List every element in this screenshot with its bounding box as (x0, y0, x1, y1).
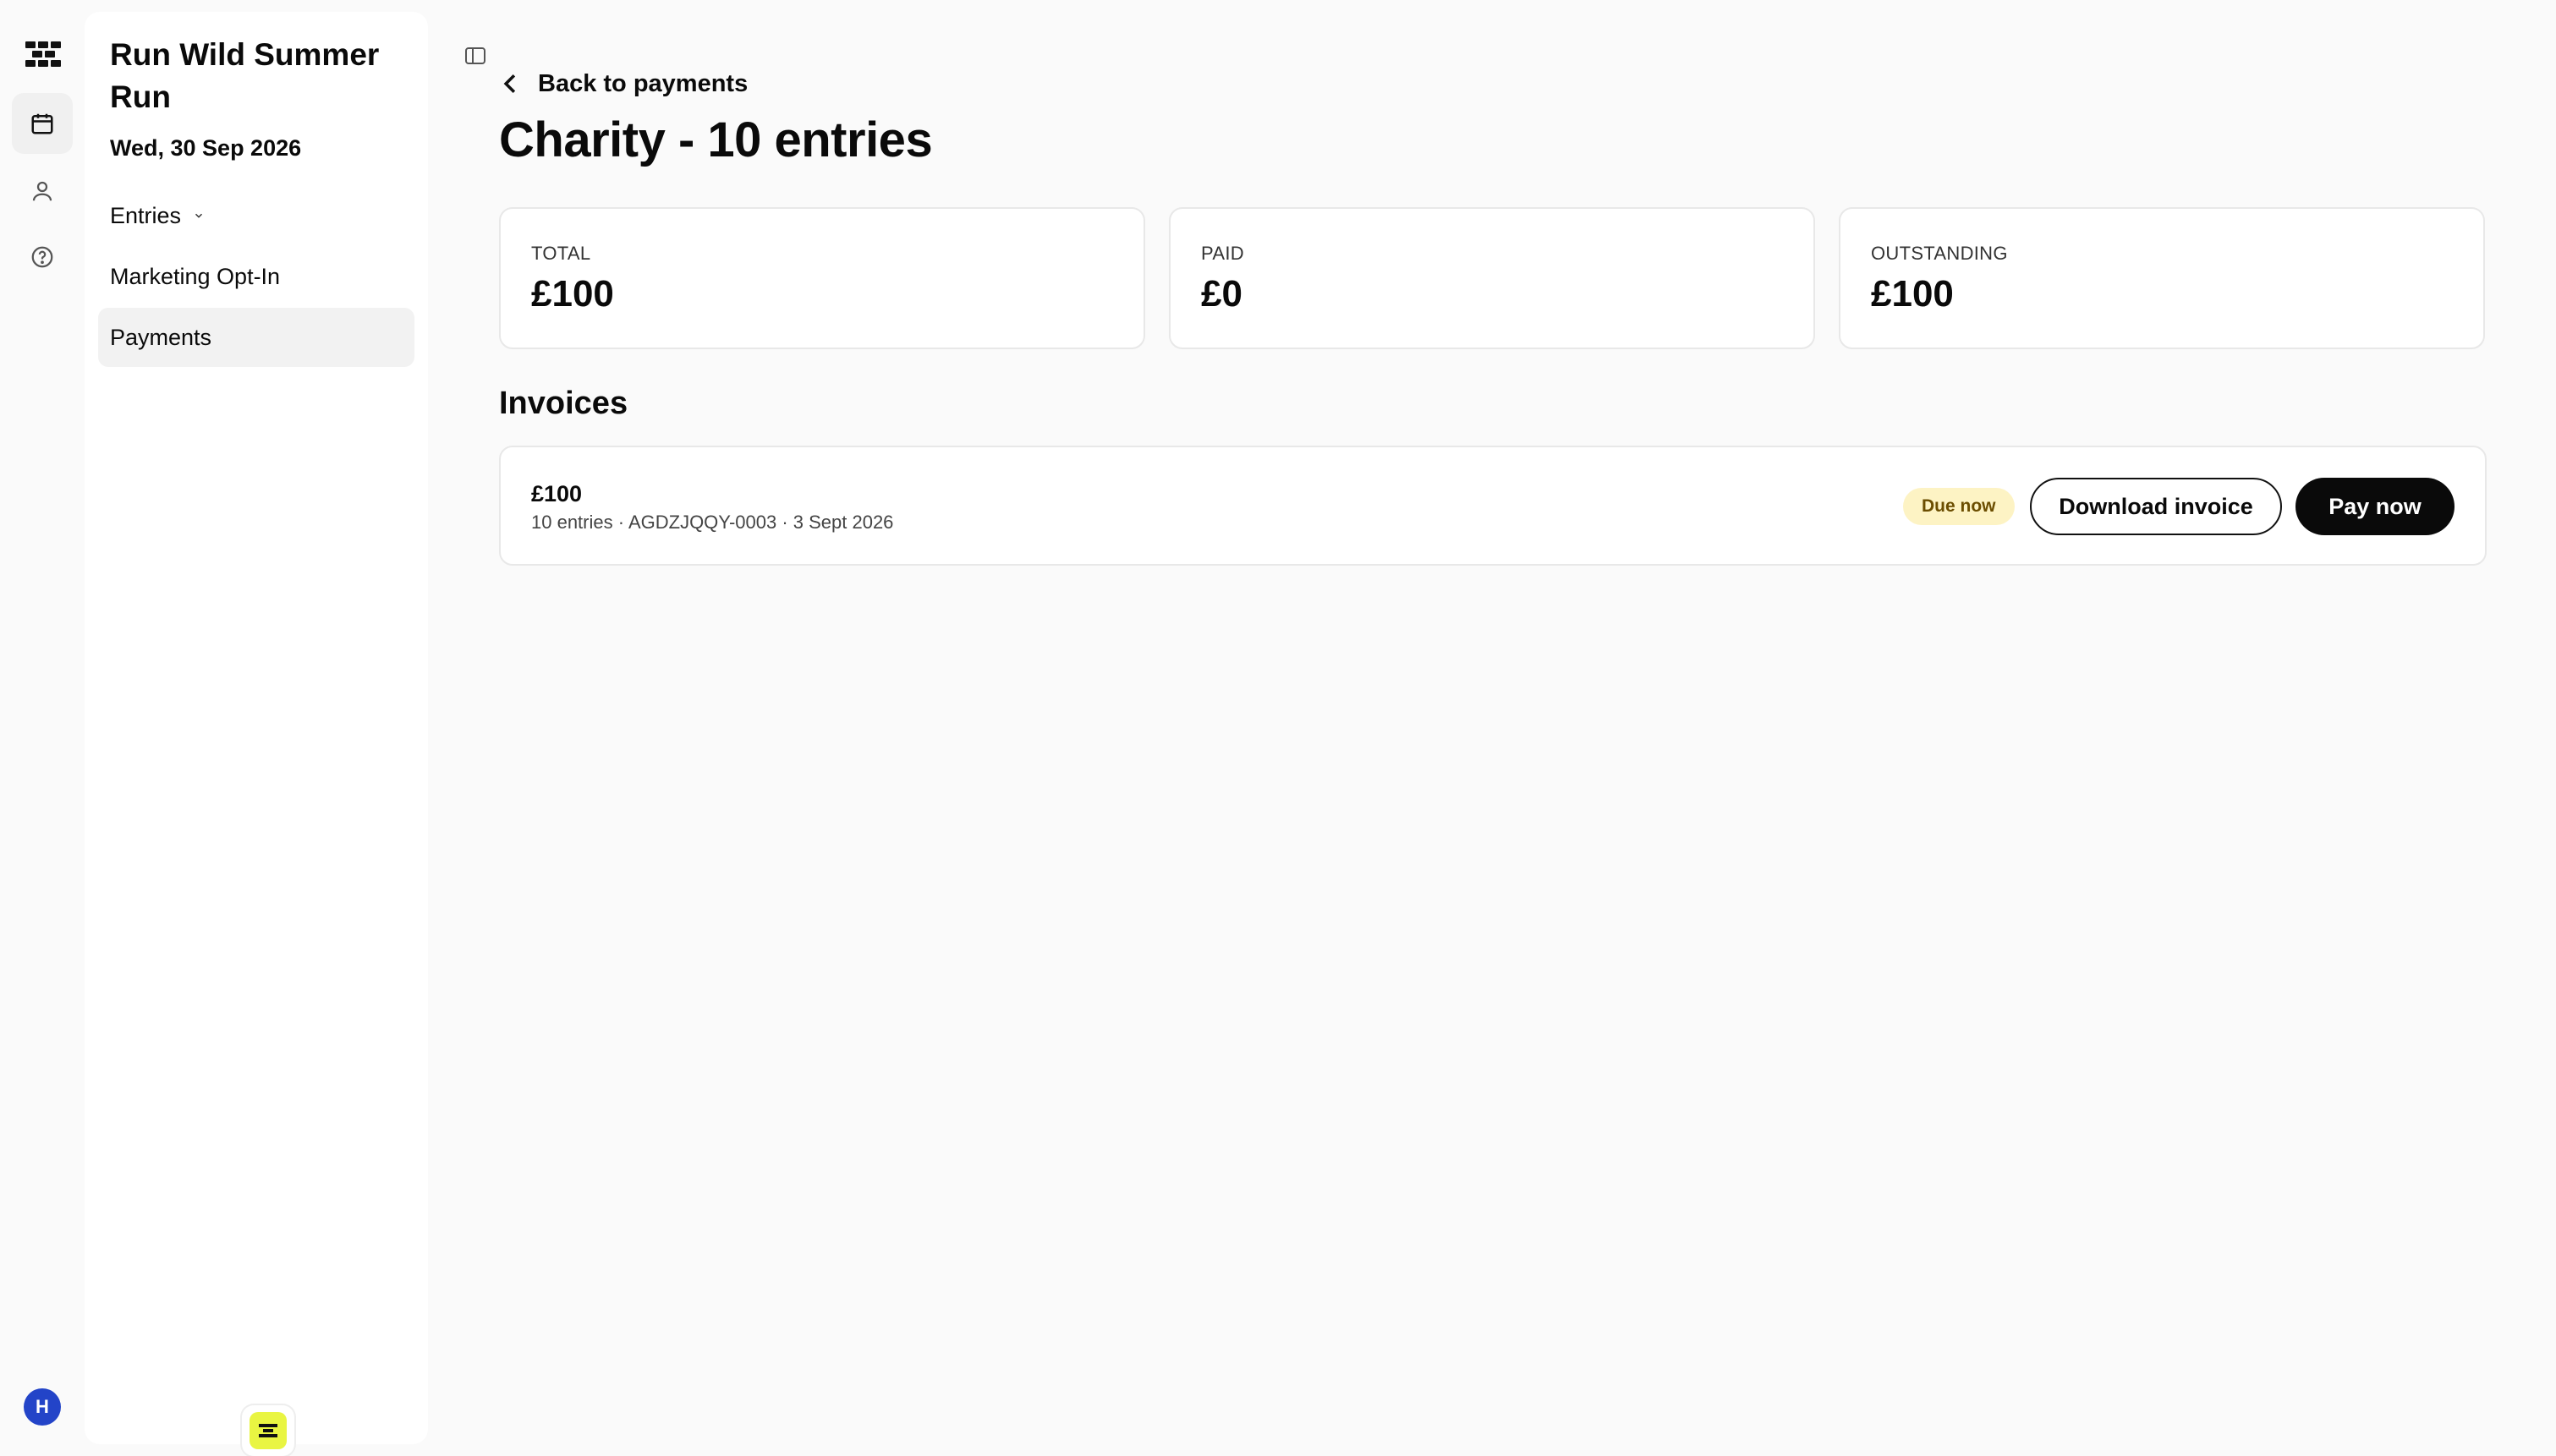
sidebar-item-label: Payments (110, 324, 212, 350)
event-date: Wed, 30 Sep 2026 (110, 135, 302, 161)
stat-label: PAID (1201, 243, 1244, 264)
back-to-payments-link[interactable]: Back to payments (501, 64, 748, 103)
stat-card-outstanding: OUTSTANDING £100 (1839, 207, 2485, 349)
invoice-meta: 10 entries · AGDZJQQY-0003 · 3 Sept 2026 (531, 512, 894, 533)
calendar-icon (31, 113, 53, 134)
download-invoice-button[interactable]: Download invoice (2030, 478, 2282, 535)
user-avatar[interactable]: H (24, 1388, 61, 1426)
pay-now-button[interactable]: Pay now (2295, 478, 2455, 535)
event-title: Run Wild Summer Run (110, 37, 380, 114)
page-title: Charity - 10 entries (499, 112, 933, 167)
stat-label: TOTAL (531, 243, 591, 264)
rail-events-button[interactable] (12, 93, 73, 154)
invoices-section-title: Invoices (499, 386, 628, 421)
icon-rail: H (0, 0, 85, 1456)
invoice-amount: £100 (531, 481, 583, 506)
invoice-row: £100 10 entries · AGDZJQQY-0003 · 3 Sept… (499, 446, 2487, 566)
help-icon (31, 246, 53, 268)
sidebar-item-label: Entries (110, 202, 182, 228)
sidebar-item-label: Marketing Opt-In (110, 263, 281, 289)
app-logo-icon[interactable] (24, 37, 63, 71)
stat-value: £0 (1201, 273, 1242, 315)
sidebar-toggle-icon (465, 47, 485, 64)
stat-label: OUTSTANDING (1871, 243, 2008, 264)
chevron-left-icon (503, 74, 516, 94)
event-sidebar: Run Wild Summer Run Wed, 30 Sep 2026 Ent… (85, 12, 428, 1456)
stat-value: £100 (531, 273, 614, 315)
stat-value: £100 (1871, 273, 1954, 315)
rail-help-button[interactable] (12, 227, 73, 287)
sidebar-item-marketing-opt-in[interactable]: Marketing Opt-In (98, 247, 414, 306)
sidebar-item-entries[interactable]: Entries (98, 186, 414, 245)
sidebar-item-payments[interactable]: Payments (98, 308, 414, 367)
back-link-label: Back to payments (538, 69, 749, 97)
chevron-down-icon (193, 210, 205, 222)
brand-badge[interactable] (242, 1405, 294, 1456)
rail-profile-button[interactable] (12, 161, 73, 222)
user-icon (32, 181, 52, 201)
sidebar-toggle-button[interactable] (462, 42, 489, 69)
brand-logo-icon (250, 1412, 287, 1449)
status-badge: Due now (1903, 488, 2015, 525)
stat-card-total: TOTAL £100 (499, 207, 1145, 349)
stat-card-paid: PAID £0 (1169, 207, 1815, 349)
